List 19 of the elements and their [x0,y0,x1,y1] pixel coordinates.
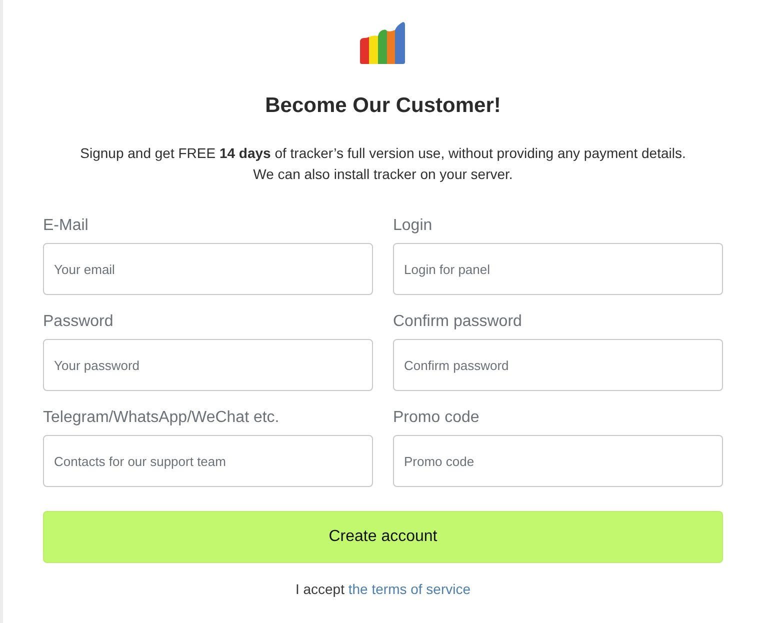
page-title: Become Our Customer! [265,93,501,119]
intro-text: We can also install tracker on your server. [253,165,513,184]
field-label: Password [43,312,114,332]
field-label: Promo code [393,408,480,428]
input-field[interactable]: Confirm password [393,339,723,391]
input-field[interactable]: Login for panel [393,243,723,295]
input-field[interactable]: Contacts for our support team [43,435,373,487]
intro-text: Signup and get FREE 14 days of tracker’s full version use, without providing any payment details. [80,144,686,163]
create-account-button[interactable]: Create account [43,511,723,563]
terms-text: I accept the terms of service [295,580,471,599]
input-field[interactable]: Your email [43,243,373,295]
field-label: Confirm password [393,312,522,332]
field-label: Login [393,216,432,236]
input-field[interactable]: Promo code [393,435,723,487]
terms-link[interactable]: the terms of service [348,581,471,597]
input-field[interactable]: Your password [43,339,373,391]
field-label: E-Mail [43,216,88,236]
logo-icon [360,22,406,64]
field-label: Telegram/WhatsApp/WeChat etc. [43,408,280,428]
